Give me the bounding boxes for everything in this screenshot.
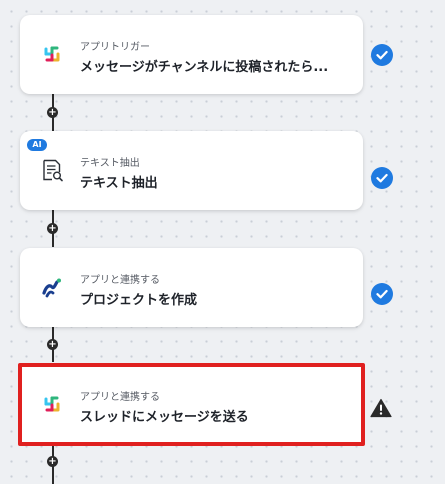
add-step-button[interactable]: + bbox=[47, 456, 58, 467]
flow-step-card[interactable]: アプリと連携する プロジェクトを作成 bbox=[20, 248, 363, 327]
backlog-app-icon bbox=[40, 275, 64, 299]
check-icon bbox=[371, 167, 393, 189]
add-step-button[interactable]: + bbox=[47, 339, 58, 350]
step-title: テキスト抽出 bbox=[80, 176, 158, 191]
flow-step-card-highlighted[interactable]: アプリと連携する スレッドにメッセージを送る bbox=[18, 363, 365, 446]
flow-step-card[interactable]: アプリトリガー メッセージがチャンネルに投稿されたら... bbox=[20, 15, 363, 94]
warning-icon bbox=[370, 398, 392, 418]
slack-icon bbox=[40, 42, 64, 66]
add-step-button[interactable]: + bbox=[47, 223, 58, 234]
step-title: スレッドにメッセージを送る bbox=[80, 410, 249, 425]
slack-icon bbox=[40, 392, 64, 416]
step-title: メッセージがチャンネルに投稿されたら... bbox=[80, 60, 329, 75]
flow-canvas: + + + + アプリトリガー メッセージがチャンネルに投稿されたら... テキ… bbox=[0, 0, 445, 484]
step-type-label: アプリと連携する bbox=[80, 392, 160, 403]
step-type-label: テキスト抽出 bbox=[80, 158, 140, 169]
add-step-button[interactable]: + bbox=[47, 107, 58, 118]
flow-step-card[interactable]: テキスト抽出 テキスト抽出 bbox=[20, 131, 363, 210]
check-icon bbox=[371, 44, 393, 66]
check-icon bbox=[371, 283, 393, 305]
step-type-label: アプリと連携する bbox=[80, 275, 160, 286]
text-extract-icon bbox=[40, 158, 64, 182]
step-type-label: アプリトリガー bbox=[80, 42, 150, 53]
ai-badge: AI bbox=[27, 139, 47, 151]
step-title: プロジェクトを作成 bbox=[80, 293, 198, 308]
